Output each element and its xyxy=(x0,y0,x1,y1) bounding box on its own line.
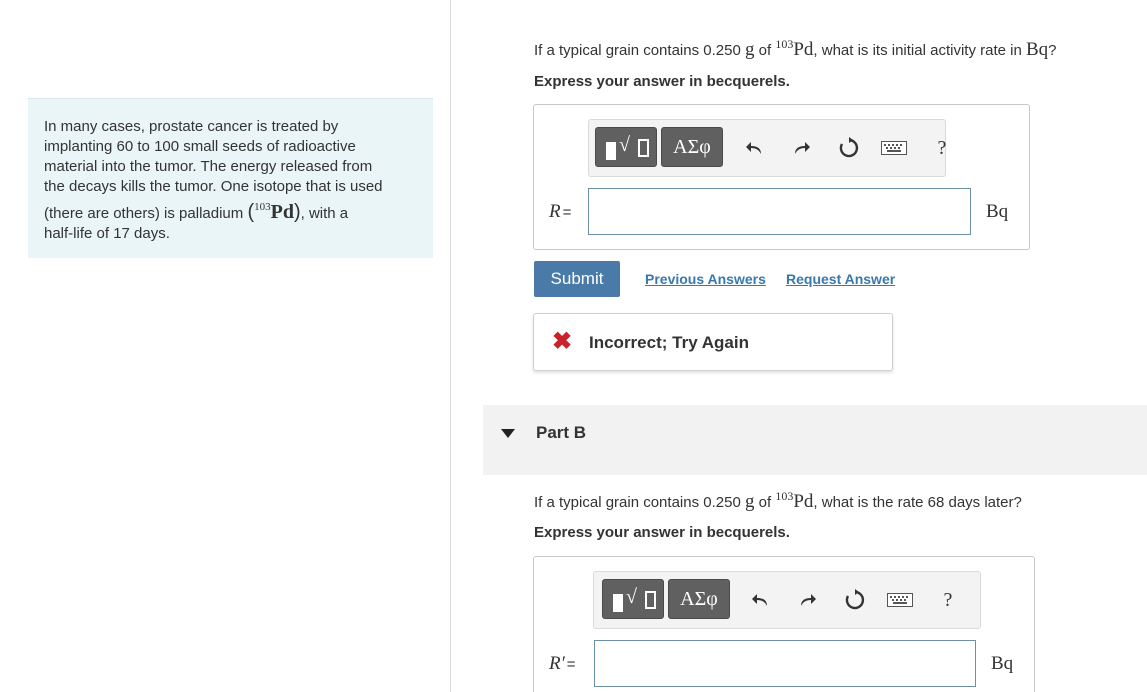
keyboard-icon[interactable] xyxy=(887,588,913,612)
equals-sign: = xyxy=(562,204,572,221)
box-icon xyxy=(638,139,649,157)
feedback-box: ✖ Incorrect; Try Again xyxy=(533,313,893,371)
unit-g: g xyxy=(744,491,755,512)
answer-input-b[interactable] xyxy=(594,640,976,687)
question-text: , what is its initial activity rate in xyxy=(813,42,1022,59)
isotope-mass: 103 xyxy=(254,201,271,213)
problem-intro: In many cases, prostate cancer is treate… xyxy=(28,98,433,258)
intro-line: implanting 60 to 100 small seeds of radi… xyxy=(44,138,356,155)
radical-icon: √ xyxy=(626,586,637,608)
caret-down-icon[interactable] xyxy=(501,429,515,438)
undo-icon[interactable] xyxy=(741,136,767,160)
submit-button[interactable]: Submit xyxy=(534,261,620,297)
answer-box-a: √ ΑΣφ ? R = Bq xyxy=(533,104,1030,250)
paren-close: ) xyxy=(293,201,301,223)
part-b-title: Part B xyxy=(536,423,587,442)
equals-sign: = xyxy=(566,656,576,673)
part-b-header[interactable]: Part B xyxy=(483,405,1147,475)
reset-icon[interactable] xyxy=(842,588,868,612)
intro-line: (there are others) is palladium (103Pd),… xyxy=(44,197,417,224)
isotope-mass: 103 xyxy=(775,489,794,503)
math-toolbar: √ ΑΣφ ? xyxy=(593,571,981,629)
greek-button[interactable]: ΑΣφ xyxy=(668,579,730,619)
help-icon[interactable]: ? xyxy=(935,588,961,612)
express-instruction: Express your answer in becquerels. xyxy=(534,73,790,90)
intro-line: half-life of 17 days. xyxy=(44,225,170,242)
error-icon: ✖ xyxy=(552,328,573,355)
part-b-question: If a typical grain contains 0.250 g of 1… xyxy=(534,489,1022,513)
template-icon xyxy=(613,594,623,612)
template-button[interactable]: √ xyxy=(595,127,657,167)
feedback-text: Incorrect; Try Again xyxy=(589,333,749,352)
unit-g: g xyxy=(744,39,755,60)
question-text: of xyxy=(758,494,772,511)
question-text: If a typical grain contains 0.250 xyxy=(534,494,741,511)
keyboard-icon[interactable] xyxy=(881,136,907,160)
intro-line: In many cases, prostate cancer is treate… xyxy=(44,118,339,135)
redo-icon[interactable] xyxy=(789,136,815,160)
undo-icon[interactable] xyxy=(747,588,773,612)
left-pane: In many cases, prostate cancer is treate… xyxy=(0,0,451,692)
variable-r-prime: R′ xyxy=(549,653,565,674)
intro-text: (there are others) is palladium xyxy=(44,205,244,222)
unit-bq: Bq xyxy=(1025,39,1049,60)
part-a-question: If a typical grain contains 0.250 g of 1… xyxy=(534,37,1057,61)
variable-label: R′ = xyxy=(549,653,576,675)
greek-button[interactable]: ΑΣφ xyxy=(661,127,723,167)
isotope-symbol: Pd xyxy=(270,201,294,223)
template-button[interactable]: √ xyxy=(602,579,664,619)
unit-label-a: Bq xyxy=(986,201,1009,222)
question-text: If a typical grain contains 0.250 xyxy=(534,42,741,59)
redo-icon[interactable] xyxy=(795,588,821,612)
question-text: , what is the rate 68 days later? xyxy=(813,494,1022,511)
intro-text: , with a xyxy=(300,205,349,222)
previous-answers-link[interactable]: Previous Answers xyxy=(645,271,766,287)
isotope-symbol: Pd xyxy=(793,39,814,60)
intro-line: material into the tumor. The energy rele… xyxy=(44,158,373,175)
answer-input-a[interactable] xyxy=(588,188,971,235)
radical-icon: √ xyxy=(619,134,630,156)
unit-label-b: Bq xyxy=(991,653,1014,674)
isotope-mass: 103 xyxy=(775,37,794,51)
box-icon xyxy=(645,591,656,609)
math-toolbar: √ ΑΣφ ? xyxy=(588,119,946,177)
question-end: ? xyxy=(1048,42,1057,59)
template-icon xyxy=(606,142,616,160)
intro-line: the decays kills the tumor. One isotope … xyxy=(44,178,383,195)
help-icon[interactable]: ? xyxy=(929,136,955,160)
isotope-symbol: Pd xyxy=(793,491,814,512)
request-answer-link[interactable]: Request Answer xyxy=(786,271,895,287)
reset-icon[interactable] xyxy=(836,136,862,160)
answer-box-b: √ ΑΣφ ? R′ = Bq xyxy=(533,556,1035,692)
express-instruction: Express your answer in becquerels. xyxy=(534,524,790,541)
variable-label: R = xyxy=(549,201,571,223)
question-text: of xyxy=(758,42,772,59)
variable-r: R xyxy=(549,201,561,222)
